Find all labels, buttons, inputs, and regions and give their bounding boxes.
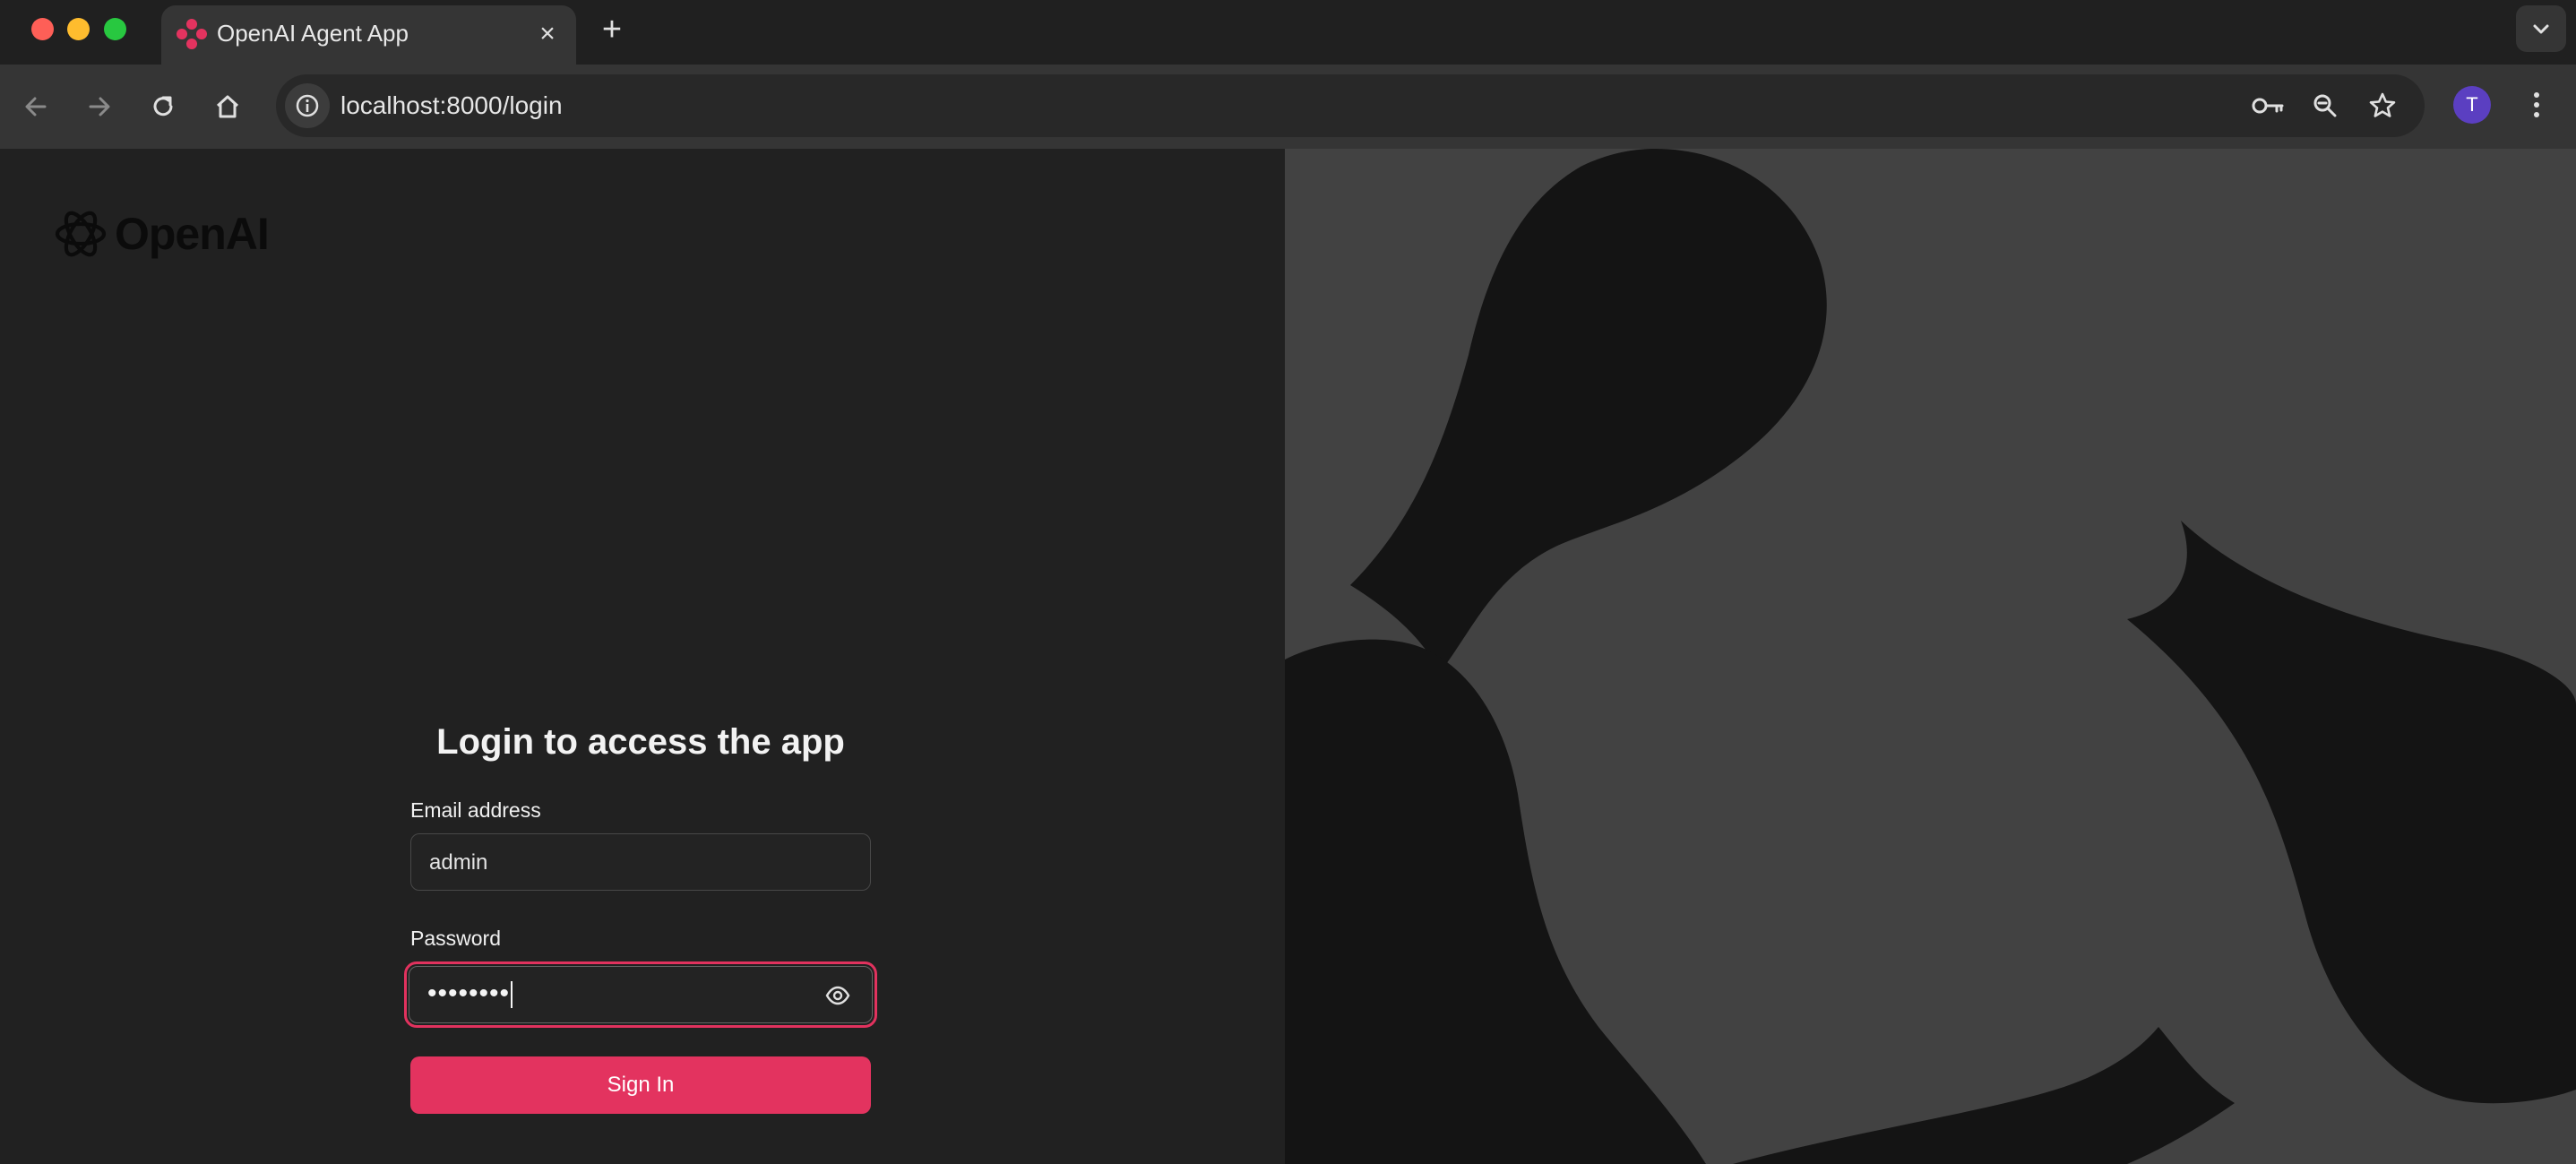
email-field[interactable]: admin [410, 833, 871, 891]
login-panel: OpenAI Login to access the app Email add… [0, 149, 1285, 1164]
password-value: •••••••• [427, 979, 511, 1008]
url-text[interactable]: localhost:8000/login [340, 91, 563, 120]
decorative-artwork [1285, 149, 2576, 1164]
app-favicon-icon [177, 19, 207, 49]
maximize-window-button[interactable] [104, 18, 126, 40]
browser-toolbar: localhost:8000/login T [0, 65, 2576, 150]
site-info-icon[interactable] [285, 83, 330, 128]
tab-close-icon[interactable]: × [530, 16, 565, 52]
password-focus-ring: •••••••• [404, 961, 877, 1028]
profile-avatar[interactable]: T [2453, 86, 2491, 124]
zoom-icon[interactable] [2305, 85, 2346, 126]
more-menu-icon[interactable] [2516, 84, 2557, 125]
new-tab-button[interactable]: + [593, 11, 631, 48]
forward-icon[interactable] [79, 86, 120, 127]
password-key-icon[interactable] [2247, 85, 2288, 126]
bookmark-star-icon[interactable] [2362, 85, 2403, 126]
text-caret [511, 981, 513, 1008]
close-window-button[interactable] [31, 18, 54, 40]
email-value: admin [429, 850, 488, 875]
tab-title: OpenAI Agent App [217, 20, 409, 47]
brand-name: OpenAI [115, 209, 270, 259]
back-icon[interactable] [15, 86, 56, 127]
tab-search-icon[interactable] [2516, 5, 2566, 52]
openai-logo-icon [55, 211, 107, 257]
login-page: OpenAI Login to access the app Email add… [0, 149, 2576, 1164]
email-label: Email address [410, 798, 541, 822]
browser-tab-strip: OpenAI Agent App × + [0, 0, 2576, 65]
sign-in-button[interactable]: Sign In [410, 1056, 871, 1114]
password-label: Password [410, 927, 501, 950]
login-form: Login to access the app Email address ad… [404, 722, 877, 1114]
password-field[interactable]: •••••••• [409, 966, 873, 1023]
minimize-window-button[interactable] [67, 18, 90, 40]
show-password-icon[interactable] [825, 983, 850, 1008]
address-bar[interactable]: localhost:8000/login [276, 74, 2425, 137]
reload-icon[interactable] [142, 86, 184, 127]
abstract-shapes-illustration [1285, 149, 2576, 1164]
active-tab[interactable]: OpenAI Agent App × [161, 5, 576, 65]
brand-logo: OpenAI [52, 204, 270, 263]
home-icon[interactable] [207, 86, 248, 127]
login-title: Login to access the app [436, 722, 845, 762]
